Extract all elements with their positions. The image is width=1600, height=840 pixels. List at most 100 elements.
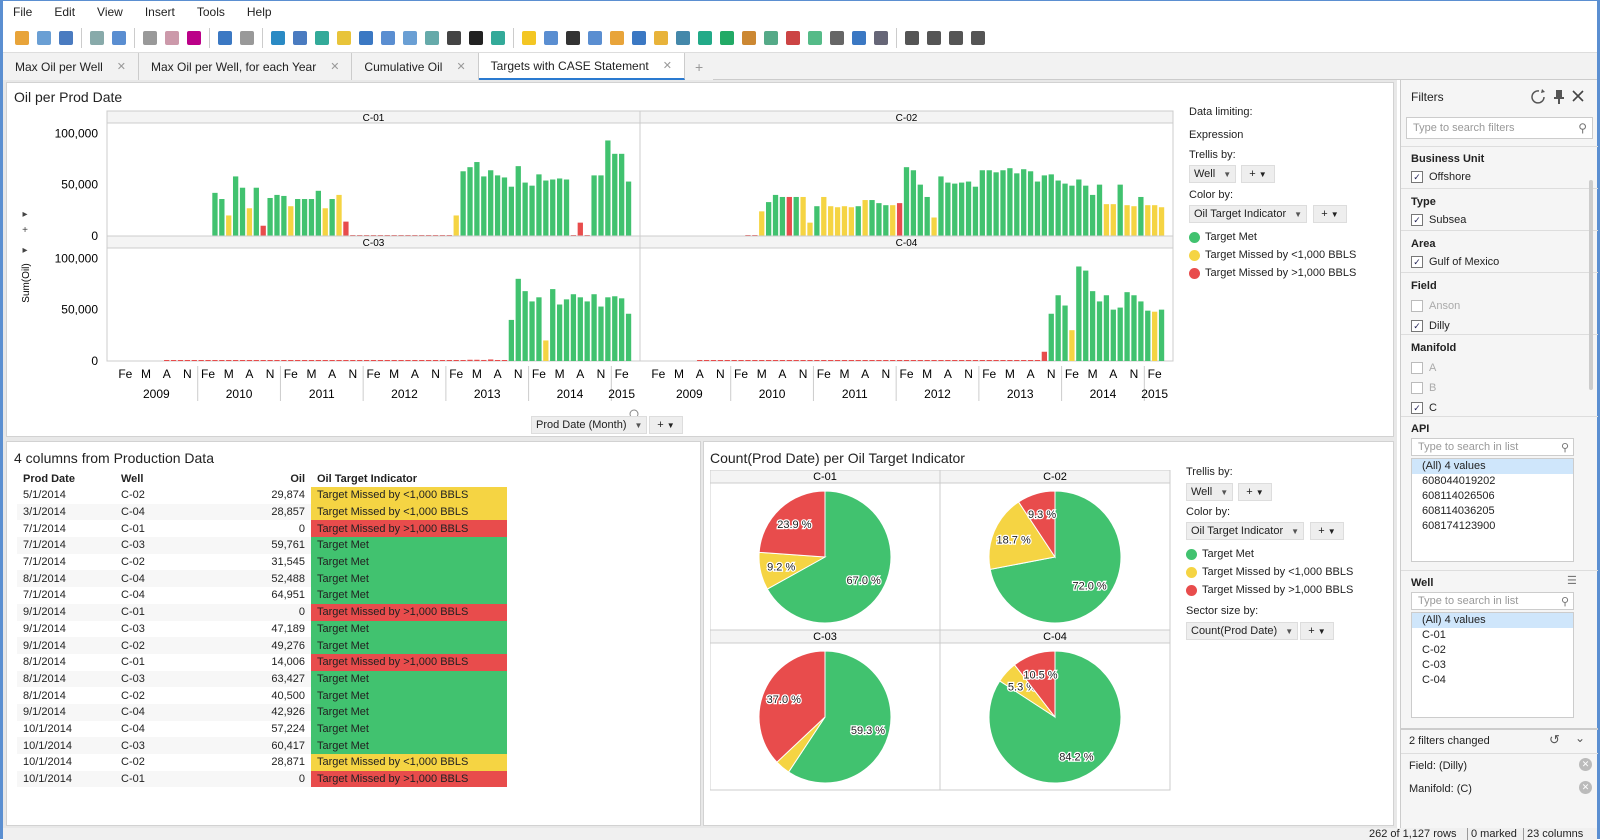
pie-legend-item-met[interactable]: Target Met [1186, 548, 1254, 560]
bar[interactable] [481, 359, 487, 361]
bar[interactable] [384, 360, 390, 361]
bar[interactable] [612, 153, 618, 236]
bar[interactable] [1007, 360, 1013, 361]
bar[interactable] [488, 170, 494, 236]
bar[interactable] [697, 360, 703, 361]
expression-label[interactable]: Expression [1189, 129, 1243, 141]
bar[interactable] [260, 360, 266, 361]
line-chart-icon[interactable] [628, 27, 649, 48]
bar[interactable] [246, 360, 253, 361]
tags-icon[interactable] [333, 27, 354, 48]
export-icon[interactable] [139, 27, 160, 48]
bar[interactable] [522, 182, 528, 236]
bar[interactable] [274, 360, 280, 361]
bar[interactable] [219, 199, 225, 236]
table-row[interactable]: 10/1/2014 C-01 0 Target Missed by >1,000 BB… [17, 770, 507, 788]
bar[interactable] [745, 360, 751, 361]
bar[interactable] [219, 360, 225, 361]
bar[interactable] [212, 192, 218, 236]
bar-chart-panel[interactable]: Oil per Prod Date C-01 C-02 C-03 C-04 100,00… [6, 82, 1394, 437]
list-item[interactable]: (All) 4 values [1412, 613, 1573, 628]
color-add-button[interactable]: + ▼ [1313, 205, 1347, 223]
bar[interactable] [1076, 179, 1082, 237]
bar[interactable] [515, 166, 521, 236]
bar[interactable] [938, 176, 944, 236]
filter-icon[interactable] [289, 27, 310, 48]
menu-edit[interactable]: Edit [54, 5, 75, 19]
bar[interactable] [1041, 351, 1048, 361]
menu-help[interactable]: Help [247, 5, 272, 19]
copy-icon[interactable] [161, 27, 182, 48]
bar[interactable] [591, 294, 597, 361]
bar[interactable] [1076, 266, 1082, 361]
table-row[interactable]: 8/1/2014 C-03 63,427 Target Met [17, 670, 507, 688]
bar[interactable] [1062, 305, 1068, 361]
bar[interactable] [938, 360, 944, 361]
layout-1-icon[interactable] [901, 27, 922, 48]
redo-icon[interactable] [236, 27, 257, 48]
bar[interactable] [239, 360, 246, 361]
settings-icon[interactable] [870, 27, 891, 48]
checkbox-anson[interactable]: Anson [1411, 296, 1460, 316]
bar[interactable] [481, 176, 487, 236]
bar[interactable] [619, 298, 625, 361]
refresh-icon[interactable] [1531, 89, 1545, 104]
bar[interactable] [543, 340, 549, 361]
bar[interactable] [979, 360, 985, 361]
tab-max-oil-per-well[interactable]: Max Oil per Well ✕ [3, 53, 140, 80]
bar[interactable] [862, 360, 868, 361]
bar[interactable] [1034, 360, 1041, 361]
menu-insert[interactable]: Insert [145, 5, 175, 19]
bar[interactable] [1145, 205, 1151, 236]
text-icon[interactable] [848, 27, 869, 48]
bar[interactable] [979, 170, 985, 236]
bar[interactable] [710, 360, 717, 361]
bar[interactable] [529, 185, 535, 236]
table-row[interactable]: 8/1/2014 C-01 14,006 Target Missed by >1,00… [17, 653, 507, 671]
bar[interactable] [786, 196, 792, 236]
bar[interactable] [800, 196, 806, 236]
bar[interactable] [924, 360, 930, 361]
bar[interactable] [501, 177, 508, 236]
bar[interactable] [598, 306, 604, 361]
bar[interactable] [1138, 301, 1144, 361]
bar[interactable] [1089, 194, 1096, 236]
changed-filter-manifold[interactable]: Manifold: (C) [1409, 783, 1472, 795]
bar[interactable] [577, 222, 583, 236]
bar[interactable] [1027, 360, 1034, 361]
bar[interactable] [986, 360, 992, 361]
bar[interactable] [474, 359, 480, 361]
bar[interactable] [1069, 330, 1075, 361]
pie-trellis-selector[interactable]: Well ▼ [1186, 483, 1234, 501]
close-icon[interactable]: ✕ [330, 60, 339, 73]
table-icon[interactable] [377, 27, 398, 48]
checkbox-c[interactable]: ✓ C [1411, 398, 1456, 418]
bar[interactable] [536, 297, 542, 361]
bar[interactable] [260, 225, 266, 236]
bar[interactable] [1103, 204, 1110, 236]
clear-icon[interactable]: ✕ [1579, 781, 1592, 794]
table-panel[interactable]: 4 columns from Production Data Prod Date… [6, 441, 701, 826]
bar[interactable] [1014, 173, 1020, 236]
bar[interactable] [412, 360, 418, 361]
scrollbar[interactable] [1589, 180, 1593, 390]
table-row[interactable]: 7/1/2014 C-03 59,761 Target Met [17, 537, 507, 554]
color-icon[interactable] [465, 27, 486, 48]
bar[interactable] [965, 181, 972, 236]
bar[interactable] [322, 360, 328, 361]
bar[interactable] [814, 360, 820, 361]
list-item[interactable]: C-01 [1412, 628, 1573, 643]
bar[interactable] [446, 360, 452, 361]
column-header-well[interactable]: Well [115, 470, 175, 487]
bar[interactable] [301, 199, 308, 236]
bar[interactable] [731, 360, 737, 361]
bar[interactable] [1158, 207, 1165, 236]
bar[interactable] [883, 205, 889, 236]
bar[interactable] [288, 360, 294, 361]
bar[interactable] [612, 296, 618, 361]
bar[interactable] [357, 360, 363, 361]
bar[interactable] [952, 360, 958, 361]
bar[interactable] [184, 360, 191, 361]
bar[interactable] [876, 360, 882, 361]
menu-tools[interactable]: Tools [197, 5, 225, 19]
